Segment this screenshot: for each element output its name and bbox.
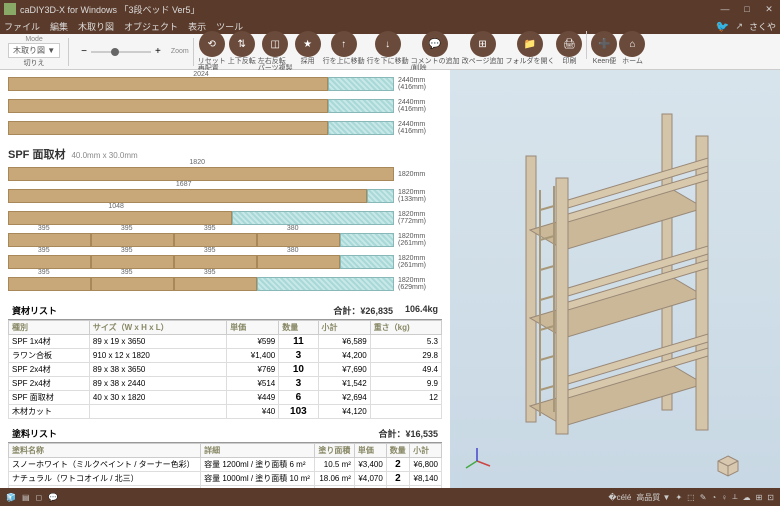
toolbar-btn-3[interactable]: ★	[295, 31, 321, 57]
materials-title: 資材リスト	[12, 304, 57, 317]
table-row: ラワン合板910 x 12 x 1820¥1,4003¥4,20029.8	[9, 349, 442, 363]
spf-title: SPF 面取材	[8, 146, 65, 162]
paints-table: 塗料名称詳細塗り面積単価数量小計スノーホワイト（ミルクペイント / ターナー色彩…	[8, 443, 442, 488]
status-tool-3[interactable]: ✎	[700, 493, 707, 502]
toolbar-btn-2[interactable]: ◫	[262, 31, 288, 57]
table-row: ナチュラル（ワトコオイル / 北三）容量 1000ml / 塗り面積 10 m²…	[9, 472, 442, 486]
switch-label: 切りえ	[24, 58, 45, 68]
status-tool-2[interactable]: ⬚	[687, 493, 695, 502]
app-icon	[4, 3, 16, 15]
close-button[interactable]: ✕	[762, 2, 776, 16]
status-tool-5[interactable]: ♀	[721, 493, 727, 502]
table-row: SPF 1x4材89 x 19 x 3650¥59911¥6,5895.3	[9, 335, 442, 349]
status-icon-4[interactable]: 💬	[48, 493, 58, 502]
toolbar-btn-9[interactable]: 🖨	[556, 31, 582, 57]
toolbar-btn-1[interactable]: ⇅	[229, 31, 255, 57]
paints-total-price: ¥16,535	[405, 429, 438, 439]
zoom-out-icon[interactable]: −	[81, 46, 87, 57]
toolbar-btn-10[interactable]: ➕	[591, 31, 617, 57]
toolbar-btn-8[interactable]: 📁	[517, 31, 543, 57]
toolbar-btn-4[interactable]: ↑	[331, 31, 357, 57]
zoom-in-icon[interactable]: +	[155, 46, 161, 57]
zoom-slider[interactable]	[91, 51, 151, 53]
quality-dropdown[interactable]: 高品質 ▼	[636, 492, 670, 503]
user-label[interactable]: さくや	[749, 20, 776, 33]
toolbar-btn-11[interactable]: ⌂	[619, 31, 645, 57]
status-tool-4[interactable]: ◔	[711, 493, 716, 502]
table-row: スノーホワイト（ミルクペイント / ターナー色彩）容量 1200ml / 塗り面…	[9, 458, 442, 472]
status-tool-6[interactable]: ⟂	[732, 492, 737, 502]
menu-edit[interactable]: 編集	[50, 20, 68, 33]
viewport-3d[interactable]	[450, 70, 780, 488]
model-bunkbed	[490, 100, 730, 440]
mode-label: Mode	[25, 36, 43, 43]
toolbar-btn-0[interactable]: ⟲	[199, 31, 225, 57]
materials-table: 種別サイズ（W x H x L）単価数量小計重さ（kg)SPF 1x4材89 x…	[8, 320, 442, 419]
spf-dims: 40.0mm x 30.0mm	[71, 151, 137, 160]
menu-file[interactable]: ファイル	[4, 20, 40, 33]
toolbar-btn-5[interactable]: ↓	[375, 31, 401, 57]
share-icon[interactable]: ↗	[735, 21, 743, 32]
titlebar: caDIY3D-X for Windows 「3段ベッド Ver5」 — □ ✕	[0, 0, 780, 18]
menu-cutlist[interactable]: 木取り図	[78, 20, 114, 33]
status-icon-3[interactable]: ◻	[36, 493, 43, 502]
table-row: チェリー（ワトコオイル / 北三）容量 200ml / 塗り面積 2 m²1.2…	[9, 486, 442, 489]
status-tool-1[interactable]: ✦	[675, 493, 682, 502]
table-row: SPF 面取材40 x 30 x 1820¥4496¥2,69412	[9, 391, 442, 405]
table-row: SPF 2x4材89 x 38 x 3650¥76910¥7,69049.4	[9, 363, 442, 377]
maximize-button[interactable]: □	[740, 2, 754, 16]
status-tool-9[interactable]: ⊡	[767, 493, 774, 502]
window-title: caDIY3D-X for Windows 「3段ベッド Ver5」	[20, 3, 718, 16]
zoom-label: Zoom	[171, 48, 189, 55]
menu-object[interactable]: オブジェクト	[124, 20, 178, 33]
table-row: SPF 2x4材89 x 38 x 2440¥5143¥1,5429.9	[9, 377, 442, 391]
materials-total-price: ¥26,835	[360, 306, 393, 316]
twitter-icon[interactable]: 🐦	[716, 20, 730, 33]
status-tool-8[interactable]: ⊞	[756, 493, 763, 502]
mode-dropdown[interactable]: 木取り図 ▼	[8, 43, 60, 58]
status-icon-1[interactable]: 🧊	[6, 493, 16, 502]
quality-indicator[interactable]: �célé	[608, 493, 631, 502]
statusbar: 🧊 ▤ ◻ 💬 �célé 高品質 ▼ ✦ ⬚ ✎ ◔ ♀ ⟂ ☁ ⊞ ⊡	[0, 488, 780, 506]
toolbar-btn-6[interactable]: 💬	[422, 31, 448, 57]
minimize-button[interactable]: —	[718, 2, 732, 16]
status-tool-7[interactable]: ☁	[743, 493, 751, 502]
materials-total-weight: 106.4kg	[405, 304, 438, 317]
status-icon-2[interactable]: ▤	[22, 493, 30, 502]
toolbar-btn-7[interactable]: ⊞	[470, 31, 496, 57]
axes-gizmo[interactable]	[462, 446, 492, 476]
paints-title: 塗料リスト	[12, 427, 57, 440]
toolbar: Mode 木取り図 ▼ 切りえ − + Zoom ⟲リセット 再配置⇅上下反転◫…	[0, 34, 780, 70]
table-row: 木材カット¥40103¥4,120	[9, 405, 442, 419]
view-cube[interactable]	[716, 454, 740, 478]
left-panel: 20242440mm(416mm)2440mm(416mm)2440mm(416…	[0, 70, 450, 488]
